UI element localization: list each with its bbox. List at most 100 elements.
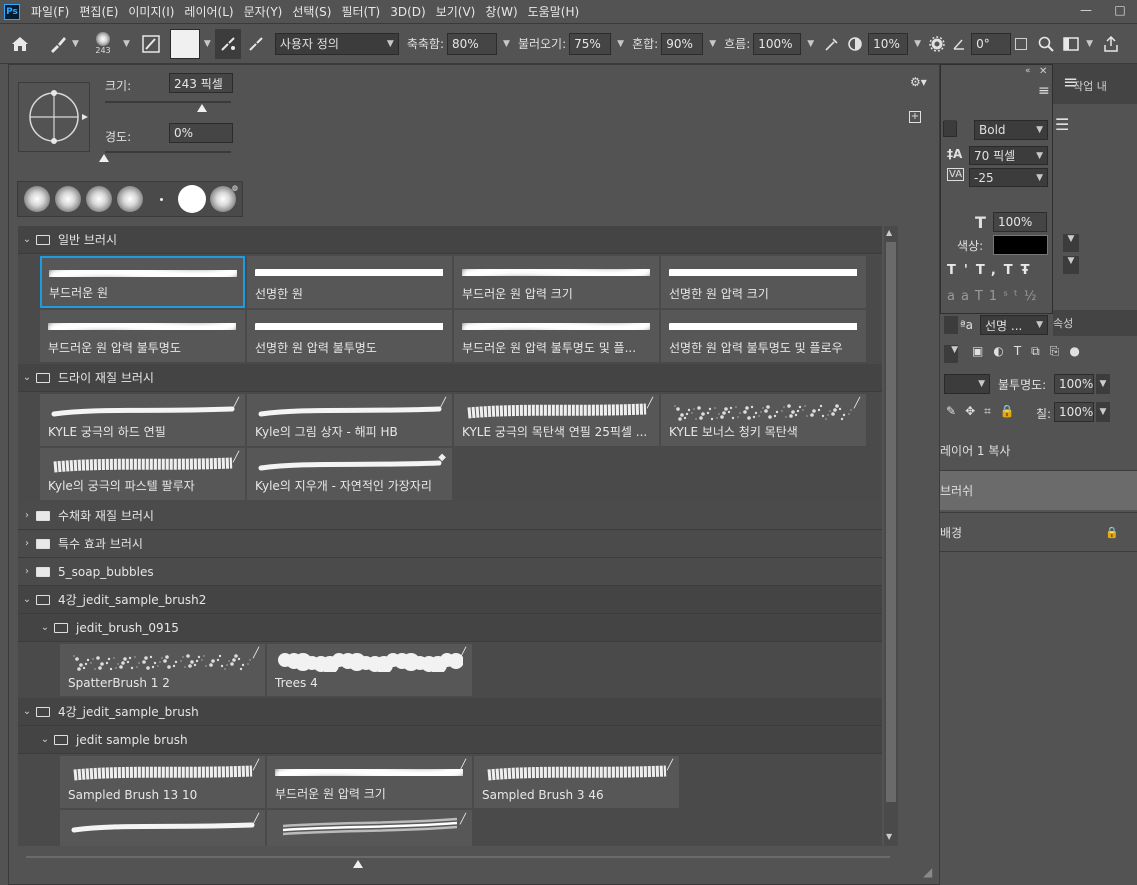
mix-input[interactable]: 90% (661, 32, 704, 55)
vertical-scale-input[interactable]: 100% (993, 212, 1047, 232)
brush-group-header[interactable]: › 수채화 재질 브러시 (18, 502, 882, 530)
text-style-buttons[interactable]: T'T,TŦ (947, 263, 1038, 278)
brush-subgroup-header[interactable]: ⌄ jedit_brush_0915 (18, 614, 882, 642)
chevron-right-icon[interactable]: › (18, 538, 36, 549)
menu-item[interactable]: 문자(Y) (239, 0, 288, 24)
menu-item[interactable]: 이미지(I) (123, 0, 179, 24)
size-slider[interactable] (105, 101, 231, 103)
gear-icon[interactable] (925, 24, 949, 64)
brush-group-header[interactable]: › 5_soap_bubbles (18, 558, 882, 586)
chevron-down-icon[interactable]: ⌄ (18, 706, 36, 717)
tracking-select[interactable]: -25 ▼ (969, 168, 1048, 187)
layer-filter-icons[interactable]: ▣ ◐ T ⧉ ⎘ ● (972, 344, 1080, 359)
menu-item[interactable]: 도움말(H) (523, 0, 585, 24)
brush-tool-preset[interactable]: ▼ (40, 24, 86, 64)
brush-preset-tile[interactable]: Trees 4 ╱ (267, 644, 472, 696)
airbrush-icon[interactable] (820, 24, 844, 64)
recent-brush[interactable] (177, 184, 207, 214)
menu-item[interactable]: 3D(D) (385, 0, 430, 24)
font-size-field[interactable] (944, 120, 956, 136)
brush-preset-tile[interactable]: Kyle의 지우개 - 자연적인 가장자리 ◆ (247, 448, 452, 500)
resize-grip-icon[interactable]: ◢ (923, 865, 932, 879)
opacity-input[interactable]: 100% (1054, 374, 1094, 394)
brush-group-header[interactable]: ⌄ 일반 브러시 (18, 226, 882, 254)
wet-input[interactable]: 80% (447, 32, 498, 55)
scroll-down-icon[interactable]: ▼ (886, 832, 892, 841)
scroll-up-icon[interactable]: ▲ (886, 228, 892, 237)
brush-group-header[interactable]: ⌄ 4강_jedit_sample_brush (18, 698, 882, 726)
menu-item[interactable]: 편집(E) (74, 0, 123, 24)
list-scrollbar[interactable]: ▲ ▼ (884, 226, 898, 846)
anti-alias-select[interactable]: 선명 ... ▼ (980, 315, 1048, 335)
load-brush-icon[interactable] (214, 28, 241, 59)
menu-item[interactable]: 선택(S) (287, 0, 336, 24)
brush-preset-tile[interactable]: 선명한 원 (247, 256, 452, 308)
mode-select[interactable]: 사용자 정의 ▼ (274, 32, 399, 55)
size-input[interactable]: 243 픽셀 (169, 73, 233, 93)
share-icon[interactable] (1099, 24, 1123, 64)
flow-input[interactable]: 100% (753, 32, 802, 55)
angle-input[interactable]: 0° (971, 32, 1012, 55)
preview-size-thumb[interactable] (353, 860, 363, 868)
new-preset-icon[interactable]: + (909, 111, 921, 123)
brush-preset-tile[interactable]: KYLE 궁극의 목탄색 연필 25픽셀 ... ╱ (454, 394, 659, 446)
recent-brush[interactable]: ◍ (208, 184, 238, 214)
scroll-thumb[interactable] (886, 242, 896, 802)
smoothing-input[interactable]: 10% (868, 32, 909, 55)
lock-icons[interactable]: ✎ ✥ ⌗ 🔒 (946, 404, 1015, 419)
layer-row[interactable]: 레이어 1 복사 (940, 430, 1137, 470)
leading-select[interactable]: 70 픽셀 ▼ (969, 146, 1048, 165)
brush-group-header[interactable]: ⌄ 4강_jedit_sample_brush2 (18, 586, 882, 614)
minimize-button[interactable]: — (1069, 0, 1103, 20)
preview-size-slider[interactable] (26, 856, 890, 858)
aux-select-2[interactable]: ▼ (1063, 256, 1079, 274)
brush-group-header[interactable]: ⌄ 드라이 재질 브러시 (18, 364, 882, 392)
chevron-down-icon[interactable]: ⌄ (18, 234, 36, 245)
brush-preset-tile[interactable]: ╱ (267, 810, 472, 846)
fill-input[interactable]: 100% (1054, 402, 1094, 422)
menu-item[interactable]: 창(W) (480, 0, 522, 24)
brush-preset-tile[interactable]: 부드러운 원 압력 불투명도 및 플... (454, 310, 659, 362)
load-input[interactable]: 75% (569, 32, 612, 55)
maximize-button[interactable]: □ (1103, 0, 1137, 20)
collapse-panel-icon[interactable]: « (1025, 66, 1031, 76)
brush-preset-tile[interactable]: 선명한 원 압력 불투명도 (247, 310, 452, 362)
hardness-slider-thumb[interactable] (99, 154, 109, 162)
chevron-down-icon[interactable]: ⌄ (18, 372, 36, 383)
menu-item[interactable]: 보기(V) (431, 0, 481, 24)
close-panel-icon[interactable]: ✕ (1039, 66, 1047, 77)
chevron-down-icon[interactable]: ⌄ (36, 734, 54, 745)
brush-preset-tile[interactable]: 선명한 원 압력 크기 (661, 256, 866, 308)
recent-brush[interactable] (53, 184, 83, 214)
aa-field-left[interactable] (944, 316, 958, 334)
search-icon[interactable] (1033, 24, 1059, 64)
tab-history[interactable]: 작업 내 (1073, 78, 1107, 94)
layer-row-selected[interactable]: 브러쉬 (940, 470, 1137, 510)
brush-preset-tile[interactable]: 부드러운 원 압력 크기 (454, 256, 659, 308)
hardness-slider[interactable] (105, 151, 231, 153)
opacity-dropdown[interactable]: ▼ (1096, 374, 1110, 394)
brush-settings-toggle[interactable] (138, 24, 164, 64)
home-button[interactable] (0, 24, 40, 64)
panel-options-icon[interactable]: ≡ (1038, 83, 1050, 99)
menu-item[interactable]: 파일(F) (26, 0, 74, 24)
filter-kind-select[interactable]: ▼ (944, 345, 958, 363)
brush-preset-tile[interactable]: 부드러운 원 압력 불투명도 (40, 310, 245, 362)
opentype-buttons[interactable]: aaT1ˢᵗ½ (947, 289, 1042, 304)
panel-settings-icon[interactable]: ⚙▾ (910, 75, 927, 89)
tab-properties[interactable]: 속성 (1053, 315, 1073, 331)
recent-brush[interactable] (115, 184, 145, 214)
brush-preset-tile[interactable]: Sampled Brush 3 46 ╱ (474, 756, 679, 808)
brush-size-picker[interactable]: 243 (86, 24, 120, 64)
brush-preset-tile[interactable]: 선명한 원 압력 불투명도 및 플로우 (661, 310, 866, 362)
brush-group-header[interactable]: › 특수 효과 브러시 (18, 530, 882, 558)
brush-preset-tile[interactable]: SpatterBrush 1 2 ╱ (60, 644, 265, 696)
brush-preset-tile[interactable]: Kyle의 궁극의 파스텔 팔루자 ╱ (40, 448, 245, 500)
pressure-checkbox[interactable] (1015, 24, 1028, 64)
layer-row[interactable]: 배경 🔒 (940, 512, 1137, 552)
size-slider-thumb[interactable] (197, 104, 207, 112)
text-color-swatch[interactable] (993, 235, 1048, 255)
brush-preset-tile[interactable]: ╱ (60, 810, 265, 846)
menu-item[interactable]: 필터(T) (336, 0, 385, 24)
clean-brush-icon[interactable] (243, 29, 269, 59)
